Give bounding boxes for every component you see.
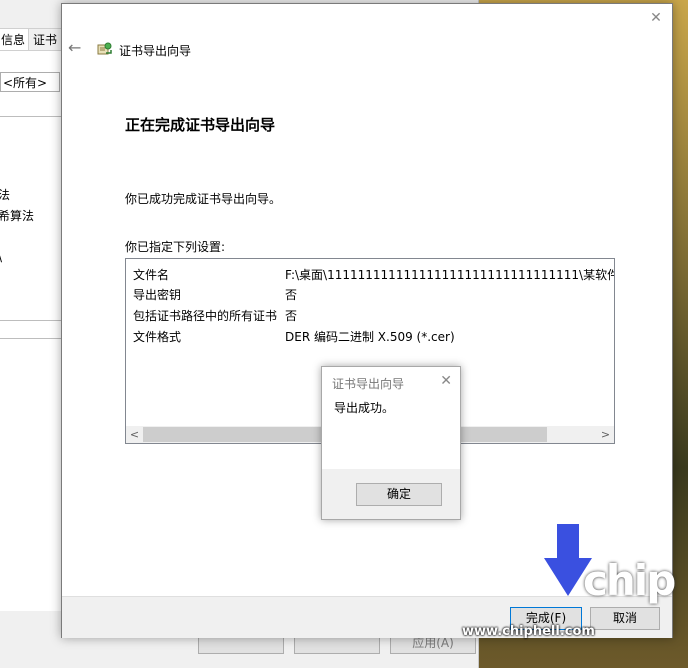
export-success-dialog: 证书导出向导 ✕ 导出成功。 确定: [321, 366, 461, 520]
setting-value: F:\桌面\111111111111111111111111111111111\…: [285, 268, 615, 282]
setting-value: 否: [285, 309, 298, 323]
certificate-icon: [97, 42, 112, 55]
divider: [0, 338, 62, 339]
field-item[interactable]: 法: [0, 186, 10, 203]
watermark-url: www.chiphell.com: [462, 624, 595, 639]
watermark-logo: chip: [583, 556, 676, 605]
page-heading: 正在完成证书导出向导: [125, 116, 276, 134]
setting-key: 文件格式: [133, 330, 182, 344]
field-item[interactable]: \: [0, 250, 2, 264]
show-filter-combo[interactable]: <所有>: [0, 72, 60, 92]
setting-key: 文件名: [133, 268, 170, 282]
wizard-title: 证书导出向导: [119, 44, 192, 58]
back-arrow-icon[interactable]: ←: [68, 40, 84, 56]
ok-button[interactable]: 确定: [356, 483, 442, 506]
setting-key: 导出密钥: [133, 288, 182, 302]
close-icon[interactable]: ✕: [648, 10, 664, 26]
settings-label: 你已指定下列设置:: [125, 240, 226, 254]
scroll-left-icon[interactable]: <: [126, 426, 143, 443]
properties-panel: [0, 50, 62, 611]
cancel-button[interactable]: 取消: [590, 607, 660, 630]
popup-message: 导出成功。: [334, 401, 395, 415]
scroll-right-icon[interactable]: >: [597, 426, 614, 443]
divider: [0, 116, 62, 117]
setting-value: DER 编码二进制 X.509 (*.cer): [285, 330, 455, 344]
setting-key: 包括证书路径中的所有证书: [133, 309, 278, 323]
close-icon[interactable]: ✕: [440, 373, 452, 389]
popup-title: 证书导出向导: [332, 377, 405, 391]
success-message: 你已成功完成证书导出向导。: [125, 192, 282, 206]
field-item[interactable]: 希算法: [0, 207, 34, 224]
setting-value: 否: [285, 288, 298, 302]
divider: [0, 320, 62, 321]
